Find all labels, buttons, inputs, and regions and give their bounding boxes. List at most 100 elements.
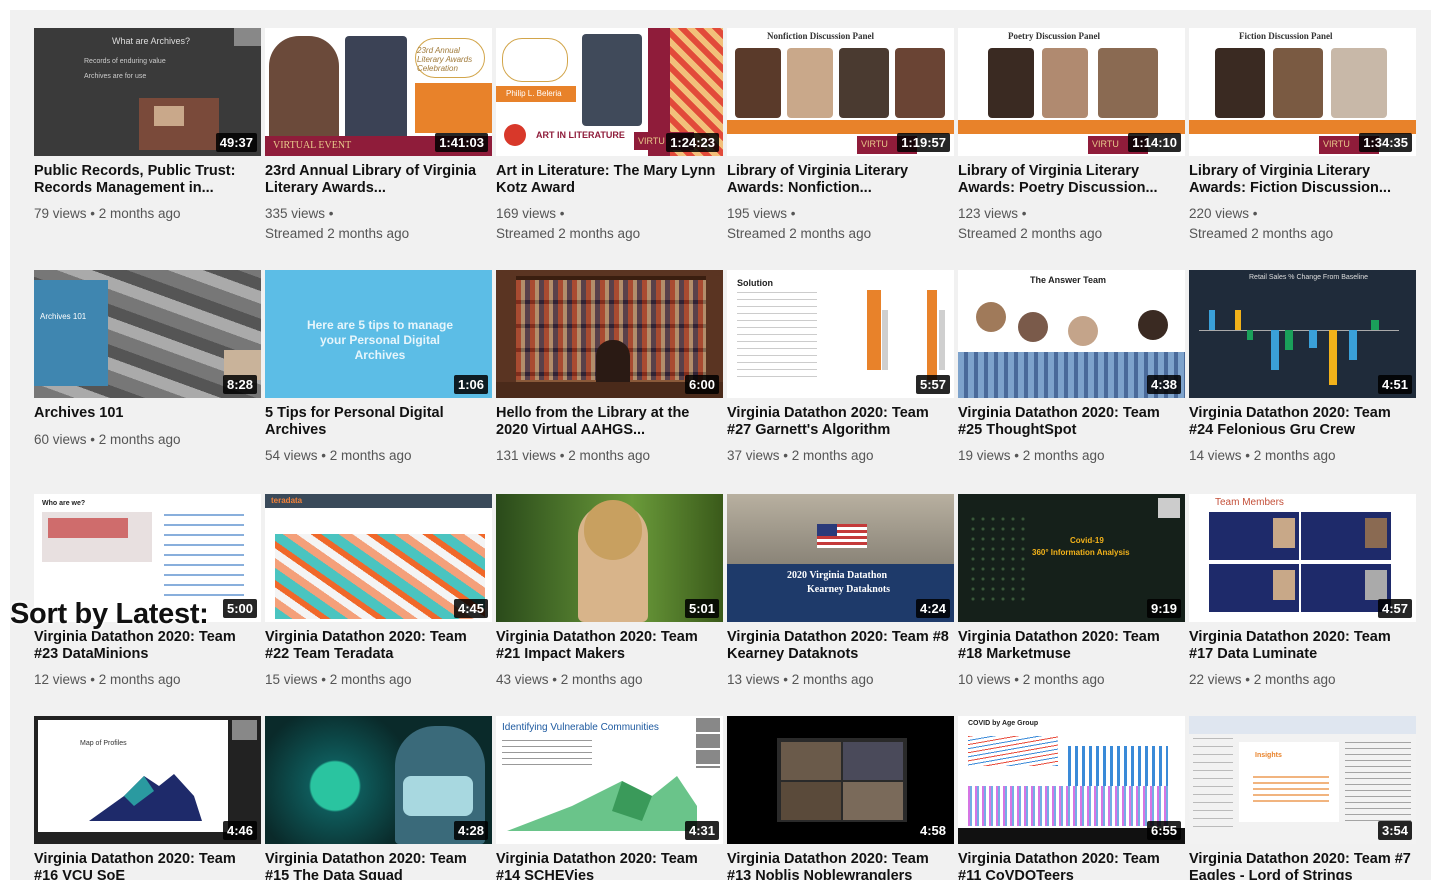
video-thumbnail[interactable]: Here are 5 tips to manage your Personal …: [265, 270, 492, 398]
duration-badge: 4:24: [915, 599, 950, 618]
video-card[interactable]: Covid-19 360° Information Analysis 9:19 …: [958, 494, 1185, 690]
video-thumbnail[interactable]: Nonfiction Discussion Panel VIRTU 1:19:5…: [727, 28, 954, 156]
video-card[interactable]: 6:00 Hello from the Library at the 2020 …: [496, 270, 723, 466]
video-card[interactable]: Solution 5:57 Virginia Datathon 2020: Te…: [727, 270, 954, 466]
video-card[interactable]: 4:58 Virginia Datathon 2020: Team #13 No…: [727, 716, 954, 880]
video-card[interactable]: The Answer Team 4:38 Virginia Datathon 2…: [958, 270, 1185, 466]
person-photo: [269, 36, 339, 146]
video-thumbnail[interactable]: Insights 3:54: [1189, 716, 1416, 844]
video-thumbnail[interactable]: Covid-19 360° Information Analysis 9:19: [958, 494, 1185, 622]
video-thumbnail[interactable]: Philip L. Beleria ART IN LITERATURE VIRT…: [496, 28, 723, 156]
video-card[interactable]: Here are 5 tips to manage your Personal …: [265, 270, 492, 466]
video-thumbnail[interactable]: Retail Sales % Change From Baseline 4:51: [1189, 270, 1416, 398]
video-thumbnail[interactable]: 5:01: [496, 494, 723, 622]
video-thumbnail[interactable]: Map of Profiles 4:46: [34, 716, 261, 844]
virginia-map: [89, 774, 202, 821]
thumb-text: Who are we?: [42, 500, 86, 507]
video-title[interactable]: Archives 101: [34, 405, 261, 422]
video-thumbnail[interactable]: COVID by Age Group 6:55: [958, 716, 1185, 844]
video-title[interactable]: Library of Virginia Literary Awards: Poe…: [958, 163, 1185, 196]
video-card[interactable]: COVID by Age Group 6:55 Virginia Datatho…: [958, 716, 1185, 880]
video-thumbnail[interactable]: 2020 Virginia Datathon Kearney Dataknots…: [727, 494, 954, 622]
video-title[interactable]: Virginia Datathon 2020: Team #25 Thought…: [958, 405, 1185, 438]
video-meta: 60 views • 2 months ago: [34, 431, 181, 447]
video-thumbnail[interactable]: 6:00: [496, 270, 723, 398]
video-thumbnail[interactable]: teradata 4:45: [265, 494, 492, 622]
video-title[interactable]: Virginia Datathon 2020: Team #23 DataMin…: [34, 629, 261, 662]
video-card[interactable]: teradata 4:45 Virginia Datathon 2020: Te…: [265, 494, 492, 690]
duration-badge: 5:00: [222, 599, 257, 618]
video-thumbnail[interactable]: 4:58: [727, 716, 954, 844]
video-title[interactable]: Art in Literature: The Mary Lynn Kotz Aw…: [496, 163, 723, 196]
duration-badge: 49:37: [215, 133, 257, 152]
video-thumbnail[interactable]: What are Archives? Records of enduring v…: [34, 28, 261, 156]
video-thumbnail[interactable]: The Answer Team 4:38: [958, 270, 1185, 398]
video-card[interactable]: 23rd Annual Literary Awards Celebration …: [265, 28, 492, 244]
video-card[interactable]: Retail Sales % Change From Baseline 4:51…: [1189, 270, 1416, 466]
thumb-text: Solution: [737, 278, 773, 288]
video-card[interactable]: Philip L. Beleria ART IN LITERATURE VIRT…: [496, 28, 723, 244]
video-title[interactable]: Virginia Datathon 2020: Team #18 Marketm…: [958, 629, 1185, 662]
video-card[interactable]: Who are we? 5:00 Virginia Datathon 2020:…: [34, 494, 261, 690]
video-meta: 220 views • Streamed 2 months ago: [1189, 206, 1334, 241]
video-title[interactable]: Hello from the Library at the 2020 Virtu…: [496, 405, 723, 438]
video-card[interactable]: 2020 Virginia Datathon Kearney Dataknots…: [727, 494, 954, 690]
video-card[interactable]: Map of Profiles 4:46 Virginia Datathon 2…: [34, 716, 261, 880]
duration-badge: 4:38: [1146, 375, 1181, 394]
video-thumbnail[interactable]: Identifying Vulnerable Communities 4:31: [496, 716, 723, 844]
video-thumbnail[interactable]: Solution 5:57: [727, 270, 954, 398]
video-meta: 169 views • Streamed 2 months ago: [496, 206, 641, 241]
thumb-text: Archives are for use: [84, 73, 147, 80]
video-title[interactable]: Library of Virginia Literary Awards: Non…: [727, 163, 954, 196]
thumb-text: Map of Profiles: [80, 740, 127, 747]
video-card[interactable]: 4:28 Virginia Datathon 2020: Team #15 Th…: [265, 716, 492, 880]
video-card[interactable]: Fiction Discussion Panel VIRTU 1:34:35 L…: [1189, 28, 1416, 244]
duration-badge: 4:57: [1377, 599, 1412, 618]
video-title[interactable]: Virginia Datathon 2020: Team #24 Felonio…: [1189, 405, 1416, 438]
video-thumbnail[interactable]: Poetry Discussion Panel VIRTU 1:14:10: [958, 28, 1185, 156]
video-title[interactable]: Virginia Datathon 2020: Team #16 VCU SoE: [34, 851, 261, 880]
duration-badge: 6:55: [1146, 821, 1181, 840]
video-thumbnail[interactable]: Team Members 4:57: [1189, 494, 1416, 622]
person-photo: [1098, 48, 1158, 118]
video-card[interactable]: Poetry Discussion Panel VIRTU 1:14:10 Li…: [958, 28, 1185, 244]
video-card[interactable]: Team Members 4:57 Virginia Datathon 2020…: [1189, 494, 1416, 690]
thumb-text: VIRTU: [1323, 139, 1350, 149]
video-title[interactable]: Virginia Datathon 2020: Team #14 SCHEVie…: [496, 851, 723, 880]
video-title[interactable]: Virginia Datathon 2020: Team #21 Impact …: [496, 629, 723, 662]
video-card[interactable]: Insights 3:54 Virginia Datathon 2020: Te…: [1189, 716, 1416, 880]
video-title[interactable]: Virginia Datathon 2020: Team #7 Eagles -…: [1189, 851, 1416, 880]
video-thumbnail[interactable]: 4:28: [265, 716, 492, 844]
video-thumbnail[interactable]: Archives 101 8:28: [34, 270, 261, 398]
video-card[interactable]: Archives 101 8:28 Archives 101 60 views …: [34, 270, 261, 450]
video-meta: 22 views • 2 months ago: [1189, 672, 1336, 687]
video-card[interactable]: Identifying Vulnerable Communities 4:31 …: [496, 716, 723, 880]
video-title[interactable]: Virginia Datathon 2020: Team #27 Garnett…: [727, 405, 954, 438]
video-title[interactable]: Library of Virginia Literary Awards: Fic…: [1189, 163, 1416, 196]
duration-badge: 3:54: [1377, 821, 1412, 840]
video-title[interactable]: Public Records, Public Trust: Records Ma…: [34, 163, 261, 196]
duration-badge: 5:57: [915, 375, 950, 394]
video-card[interactable]: Nonfiction Discussion Panel VIRTU 1:19:5…: [727, 28, 954, 244]
video-title[interactable]: Virginia Datathon 2020: Team #17 Data Lu…: [1189, 629, 1416, 662]
duration-badge: 1:34:35: [1359, 133, 1412, 152]
video-title[interactable]: Virginia Datathon 2020: Team #13 Noblis …: [727, 851, 954, 880]
video-title[interactable]: Virginia Datathon 2020: Team #11 CoVDOTe…: [958, 851, 1185, 880]
thumb-text: Kearney Dataknots: [807, 584, 891, 595]
video-meta: 195 views • Streamed 2 months ago: [727, 206, 872, 241]
video-card[interactable]: 5:01 Virginia Datathon 2020: Team #21 Im…: [496, 494, 723, 690]
video-meta: 19 views • 2 months ago: [958, 448, 1105, 463]
video-thumbnail[interactable]: 23rd Annual Literary Awards Celebration …: [265, 28, 492, 156]
thumb-text: Nonfiction Discussion Panel: [767, 31, 875, 41]
person-photo: [582, 34, 642, 126]
video-title[interactable]: 23rd Annual Library of Virginia Literary…: [265, 163, 492, 196]
duration-badge: 4:51: [1377, 375, 1412, 394]
video-title[interactable]: 5 Tips for Personal Digital Archives: [265, 405, 492, 438]
thumb-text: 360° Information Analysis: [1032, 548, 1130, 557]
video-title[interactable]: Virginia Datathon 2020: Team #15 The Dat…: [265, 851, 492, 880]
video-title[interactable]: Virginia Datathon 2020: Team #8 Kearney …: [727, 629, 954, 662]
video-title[interactable]: Virginia Datathon 2020: Team #22 Team Te…: [265, 629, 492, 662]
thumb-text: teradata: [271, 496, 303, 505]
video-card[interactable]: What are Archives? Records of enduring v…: [34, 28, 261, 224]
video-thumbnail[interactable]: Fiction Discussion Panel VIRTU 1:34:35: [1189, 28, 1416, 156]
